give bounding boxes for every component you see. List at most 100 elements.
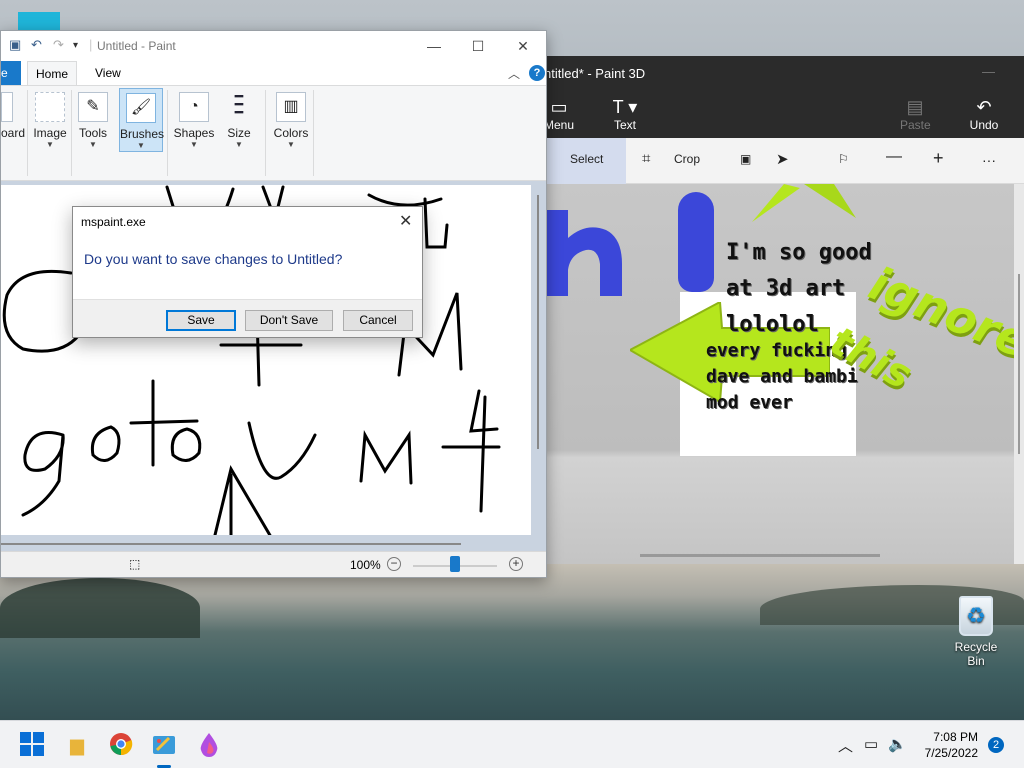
canvas-text: lololol (726, 312, 819, 337)
paint-title-bar: ▣ ↶ ↷ ▾ | Untitled - Paint — ☐ ✕ (1, 31, 546, 61)
wallpaper-hill (0, 578, 200, 638)
image-label: Image (33, 126, 67, 140)
ribbon-tabs: e Home View ︿ ? (1, 61, 546, 85)
chrome-icon[interactable] (108, 732, 134, 758)
recycle-bin[interactable]: ♻ Recycle Bin (946, 596, 1006, 668)
paint3d-horizontal-scrollbar[interactable] (640, 554, 880, 557)
text-button[interactable]: T ▾ Text (610, 96, 640, 132)
paint-vertical-scrollbar[interactable] (537, 195, 539, 449)
save-icon[interactable]: ▣ (9, 37, 21, 53)
magic-select-icon[interactable]: ▣ (740, 152, 751, 166)
help-icon[interactable]: ? (529, 65, 545, 81)
tab-home[interactable]: Home (27, 61, 77, 85)
chevron-up-icon[interactable]: ︿ (838, 735, 853, 756)
chevron-up-icon[interactable]: ︿ (508, 65, 520, 82)
save-button[interactable]: Save (166, 310, 236, 331)
colors-group[interactable]: ▥ Colors ▼ (271, 88, 311, 154)
palette-icon: ▥ (276, 92, 306, 122)
paste-label: Paste (900, 118, 931, 132)
clipboard-icon (1, 92, 13, 122)
undo-icon: ↶ (976, 97, 992, 117)
selection-size-icon: ⬚ (129, 557, 141, 571)
clock-date: 7/25/2022 (924, 746, 978, 760)
tab-view[interactable]: View (95, 61, 121, 85)
start-button[interactable] (20, 732, 46, 758)
paint3d-toolbar: ▭ Menu T ▾ Text ▤ Paste ↶ Undo (544, 88, 1024, 138)
tools-group[interactable]: ✎ Tools ▼ (75, 88, 111, 154)
text-icon: T ▾ (612, 97, 638, 117)
undo-button[interactable]: ↶ Undo (968, 96, 1000, 132)
zoom-slider-knob[interactable] (450, 556, 460, 572)
maximize-button[interactable]: ☐ (455, 35, 501, 59)
close-button[interactable]: ✕ (500, 35, 546, 59)
zoom-in-icon[interactable]: + (933, 148, 944, 169)
size-group[interactable]: ━ ━ ━ Size ▼ (221, 88, 257, 154)
blue-3d-bar (678, 192, 714, 292)
menu-button[interactable]: ▭ Menu (544, 96, 574, 132)
image-group[interactable]: Image ▼ (31, 88, 69, 154)
crop-icon: ⌗ (642, 150, 651, 167)
paint3d-vertical-scrollbar[interactable] (1014, 184, 1024, 564)
paint3d-app-icon[interactable] (196, 732, 222, 758)
volume-icon[interactable]: 🔈 (888, 735, 907, 753)
flag-icon[interactable]: ⚐ (838, 152, 849, 166)
chevron-down-icon: ▼ (89, 140, 97, 149)
canvas-text: mod ever (706, 392, 793, 413)
dont-save-button[interactable]: Don't Save (245, 310, 333, 331)
notification-badge[interactable]: 2 (988, 737, 1004, 753)
paste-button[interactable]: ▤ Paste (900, 96, 931, 132)
recycle-bin-label: Recycle Bin (954, 640, 998, 668)
blue-3d-hi (546, 204, 642, 300)
canvas-text: at 3d art (726, 276, 846, 301)
brushes-label: Brushes (120, 127, 165, 141)
paint-title: Untitled - Paint (97, 39, 176, 53)
select-button[interactable]: Select (544, 138, 626, 184)
desktop-shortcut-icon[interactable] (18, 12, 60, 30)
zoom-out-icon[interactable]: — (886, 148, 902, 166)
dialog-button-bar: Save Don't Save Cancel (73, 299, 422, 337)
clipboard-group[interactable]: oard (1, 88, 25, 154)
paint-app-icon[interactable] (151, 732, 177, 758)
paint3d-window: ntitled* - Paint 3D — ▭ Menu T ▾ Text ▤ … (544, 56, 1024, 564)
cancel-button[interactable]: Cancel (343, 310, 413, 331)
clock[interactable]: 7:08 PM 7/25/2022 (918, 729, 978, 761)
paste-icon: ▤ (906, 97, 924, 117)
zoom-out-button[interactable]: − (387, 557, 401, 571)
size-label: Size (227, 126, 251, 140)
shapes-group[interactable]: ◔ Shapes ▼ (173, 88, 215, 154)
chevron-down-icon: ▼ (137, 141, 145, 150)
minimize-button[interactable]: — (411, 35, 457, 59)
canvas-text: I'm so good (726, 240, 872, 265)
zoom-in-button[interactable]: + (509, 557, 523, 571)
mouse-cursor-icon: ➤ (776, 151, 789, 168)
paint3d-canvas[interactable]: I'm so good at 3d art lololol every fuck… (544, 184, 1014, 564)
select-icon (35, 92, 65, 122)
zoom-level: 100% (350, 558, 381, 572)
dialog-title: mspaint.exe (81, 215, 146, 229)
tab-file[interactable]: e (1, 61, 21, 85)
file-explorer-icon[interactable]: ▆ (64, 732, 90, 758)
colors-label: Colors (273, 126, 309, 140)
more-options-icon[interactable]: ··· (982, 152, 996, 168)
taskbar: ▆ ︿ ▭ 🔈 7:08 PM 7/25/2022 2 (0, 720, 1024, 768)
network-icon[interactable]: ▭ (864, 735, 878, 753)
paint-status-bar: ⬚ 100% − + (1, 551, 546, 577)
dialog-close-button[interactable]: ✕ (399, 211, 412, 231)
undo-icon[interactable]: ↶ (31, 37, 42, 53)
customize-toolbar-icon[interactable]: ▾ (73, 40, 78, 51)
tools-label: Tools (78, 126, 107, 140)
minimize-icon[interactable]: — (982, 64, 995, 79)
title-separator: | (89, 37, 93, 52)
redo-icon[interactable]: ↷ (53, 37, 64, 53)
clock-time: 7:08 PM (933, 730, 978, 744)
lime-triangles (752, 184, 856, 222)
folder-icon: ▭ (550, 97, 568, 117)
recycle-bin-icon: ♻ (959, 596, 993, 636)
paint-horizontal-scrollbar[interactable] (1, 543, 461, 545)
brushes-group[interactable]: 🖌 Brushes ▼ (119, 88, 165, 152)
select-label: Select (570, 152, 604, 166)
clipboard-label: oard (1, 126, 26, 140)
crop-button[interactable]: Crop (674, 152, 700, 166)
paint3d-title: ntitled* - Paint 3D (544, 66, 646, 81)
size-icon: ━ ━ ━ (234, 88, 244, 120)
